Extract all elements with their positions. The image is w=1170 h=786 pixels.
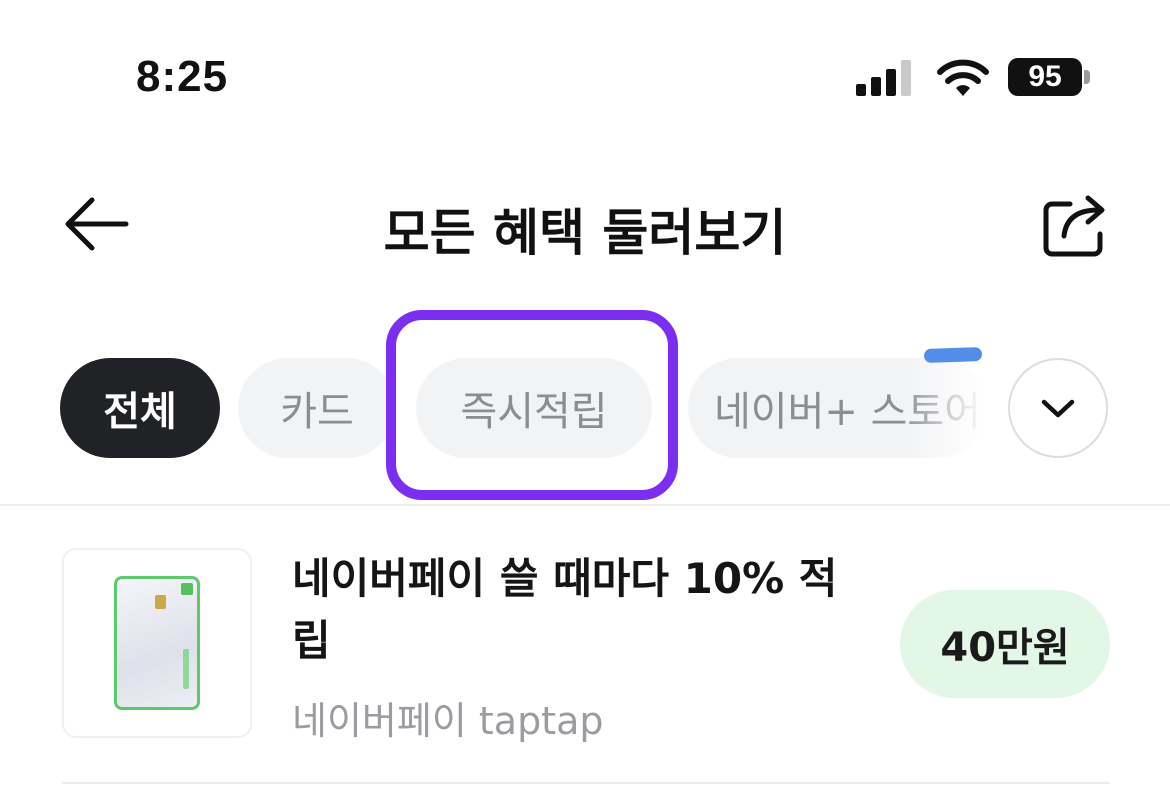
card-brand-text — [183, 649, 189, 689]
wifi-icon — [937, 59, 989, 96]
chip-scroll-fade — [900, 355, 1000, 461]
battery-cap — [1084, 70, 1090, 84]
card-logo — [181, 583, 193, 595]
filter-chip-all[interactable]: 전체 — [60, 358, 220, 458]
benefit-title[interactable]: 네이버페이 쓸 때마다 10% 적립 — [292, 548, 852, 672]
annotation-mark — [923, 346, 983, 364]
list-divider — [62, 782, 1110, 784]
highlight-annotation-box — [386, 310, 678, 500]
share-icon[interactable] — [1040, 192, 1110, 258]
reward-badge[interactable]: 40만원 — [900, 590, 1110, 698]
chevron-down-icon — [1041, 399, 1075, 418]
credit-card-image[interactable] — [62, 548, 252, 738]
filter-chip-card[interactable]: 카드 — [238, 358, 396, 458]
battery-indicator: 95 — [1008, 58, 1082, 96]
card-face — [114, 576, 200, 710]
section-divider — [0, 504, 1170, 506]
page-title: 모든 혜택 둘러보기 — [383, 204, 787, 262]
status-time: 8:25 — [136, 52, 229, 101]
expand-filters-button[interactable] — [1008, 358, 1108, 458]
cellular-signal-icon — [856, 60, 911, 96]
card-chip — [155, 595, 166, 609]
benefit-subtitle: 네이버페이 taptap — [292, 699, 604, 743]
